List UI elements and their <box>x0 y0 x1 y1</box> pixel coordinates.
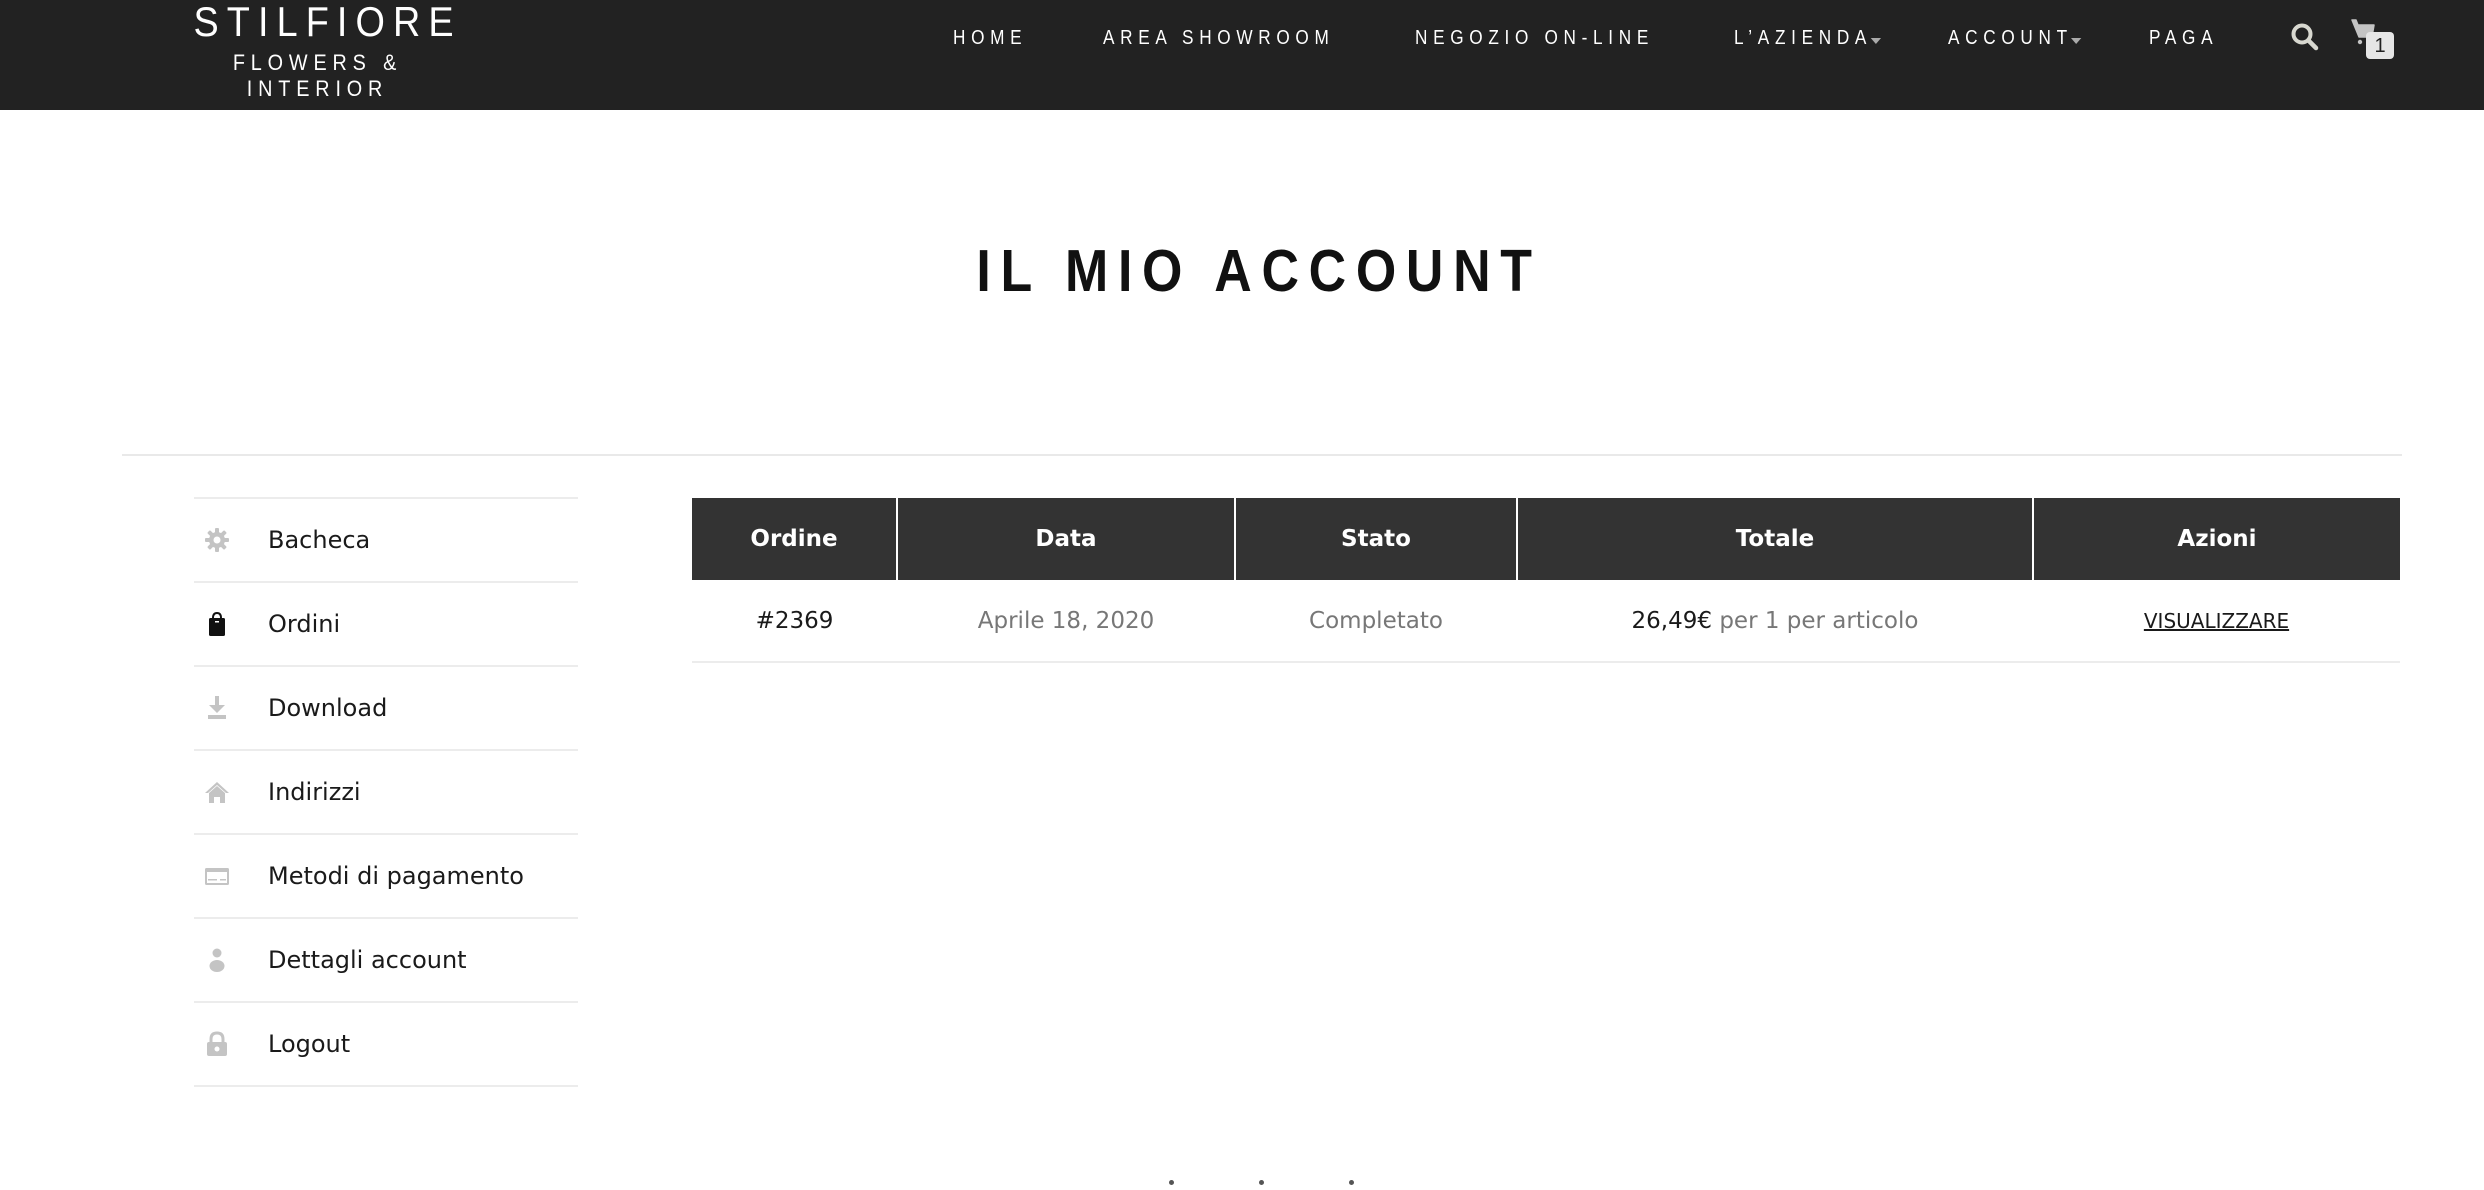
sidebar-item-label: Bacheca <box>268 526 371 554</box>
order-status: Completato <box>1235 580 1517 663</box>
sidebar-item-label: Dettagli account <box>268 946 467 974</box>
user-icon <box>204 947 230 973</box>
sidebar-item-metodi-di-pagamento[interactable]: Metodi di pagamento <box>194 835 578 919</box>
search-icon[interactable] <box>2290 22 2320 52</box>
logo-title[interactable]: STILFIORE <box>194 0 454 44</box>
sidebar-item-dettagli-account[interactable]: Dettagli account <box>194 919 578 1003</box>
nav-home[interactable]: HOME <box>953 25 1027 51</box>
sidebar-item-label: Logout <box>268 1030 351 1058</box>
order-number-link[interactable]: #2369 <box>756 608 834 634</box>
decorative-dot <box>1349 1180 1354 1185</box>
nav-negozio-online-label: NEGOZIO ON-LINE <box>1415 27 1654 49</box>
nav-paga-label: PAGA <box>2149 27 2219 49</box>
sidebar-item-label: Ordini <box>268 610 341 638</box>
chevron-down-icon <box>2071 37 2082 44</box>
gear-icon <box>204 527 230 553</box>
account-navigation: Bacheca Ordini Download Indirizzi Metodi… <box>194 497 578 1087</box>
cart-count-badge: 1 <box>2366 32 2394 59</box>
logo-subtitle[interactable]: FLOWERS & INTERIOR <box>167 50 469 102</box>
sidebar-item-download[interactable]: Download <box>194 667 578 751</box>
order-actions: VISUALIZZARE <box>2033 580 2400 663</box>
nav-account-label: ACCOUNT <box>1948 27 2073 49</box>
chevron-down-icon <box>1870 37 1881 44</box>
order-date: Aprile 18, 2020 <box>897 580 1235 663</box>
table-row: #2369 Aprile 18, 2020 Completato 26,49€ … <box>692 580 2400 663</box>
sidebar-item-label: Indirizzi <box>268 778 361 806</box>
column-header-ordine: Ordine <box>692 498 898 580</box>
decorative-dot <box>1259 1180 1264 1185</box>
sidebar-item-indirizzi[interactable]: Indirizzi <box>194 751 578 835</box>
nav-azienda-label: L’AZIENDA <box>1734 27 1873 49</box>
column-header-data: Data <box>897 498 1236 580</box>
decorative-dot <box>1169 1180 1174 1185</box>
sidebar-item-bacheca[interactable]: Bacheca <box>194 499 578 583</box>
sidebar-item-ordini[interactable]: Ordini <box>194 583 578 667</box>
order-total: 26,49€ per 1 per articolo <box>1517 580 2033 663</box>
page-title: IL MIO ACCOUNT <box>976 238 1542 304</box>
nav-area-showroom-label: AREA SHOWROOM <box>1103 27 1335 49</box>
cart-button[interactable]: 1 <box>2350 17 2396 61</box>
sidebar-item-label: Download <box>268 694 388 722</box>
shopping-bag-icon <box>204 611 230 637</box>
lock-icon <box>204 1031 230 1057</box>
order-total-amount: 26,49€ <box>1631 607 1713 634</box>
table-header-row: Ordine Data Stato Totale Azioni <box>692 498 2400 580</box>
nav-account[interactable]: ACCOUNT <box>1948 25 2082 51</box>
nav-azienda[interactable]: L’AZIENDA <box>1734 25 1881 51</box>
nav-area-showroom[interactable]: AREA SHOWROOM <box>1103 25 1334 51</box>
nav-home-label: HOME <box>953 27 1028 49</box>
divider <box>122 454 2402 456</box>
credit-card-icon <box>204 863 230 889</box>
nav-negozio-online[interactable]: NEGOZIO ON-LINE <box>1415 25 1654 51</box>
nav-paga[interactable]: PAGA <box>2149 25 2218 51</box>
column-header-stato: Stato <box>1235 498 1518 580</box>
orders-table: Ordine Data Stato Totale Azioni #2369 Ap… <box>692 498 2400 663</box>
site-header: STILFIORE FLOWERS & INTERIOR HOME AREA S… <box>0 0 2484 110</box>
column-header-totale: Totale <box>1517 498 2034 580</box>
sidebar-item-logout[interactable]: Logout <box>194 1003 578 1087</box>
column-header-azioni: Azioni <box>2033 498 2400 580</box>
order-number[interactable]: #2369 <box>692 580 897 663</box>
download-icon <box>204 695 230 721</box>
view-order-button[interactable]: VISUALIZZARE <box>2144 609 2289 633</box>
sidebar-item-label: Metodi di pagamento <box>268 862 524 890</box>
order-total-suffix: per 1 per articolo <box>1712 607 1919 634</box>
home-icon <box>204 779 230 805</box>
